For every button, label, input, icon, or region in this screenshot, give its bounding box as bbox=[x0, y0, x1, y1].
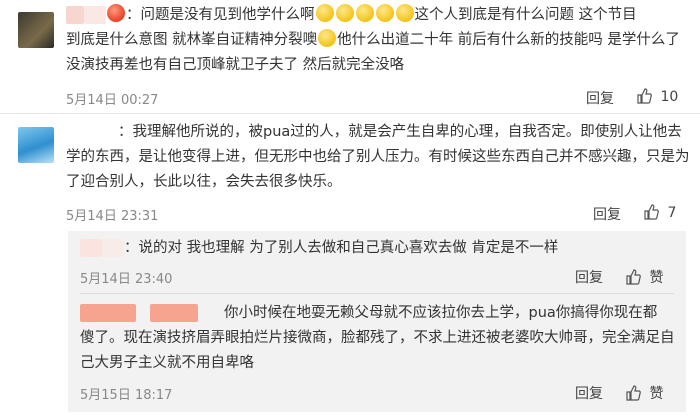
emoji-icon bbox=[355, 4, 374, 22]
thumbs-up-icon bbox=[644, 204, 659, 220]
timestamp: 5月14日 23:31 bbox=[66, 209, 159, 224]
like-label: 赞 bbox=[649, 386, 664, 402]
username-blur bbox=[150, 304, 198, 322]
like-count: 7 bbox=[667, 205, 677, 221]
like-button[interactable]: 7 bbox=[643, 204, 676, 221]
divider bbox=[0, 113, 700, 114]
username-blur bbox=[84, 6, 106, 24]
like-button[interactable]: 10 bbox=[636, 88, 678, 105]
username-blur bbox=[102, 239, 124, 257]
reply-button[interactable]: 回复 bbox=[575, 383, 603, 403]
emoji-icon bbox=[315, 4, 334, 22]
thumbs-up-icon bbox=[626, 269, 641, 285]
emoji-icon bbox=[375, 4, 394, 22]
like-button[interactable]: 赞 bbox=[625, 383, 663, 403]
emoji-icon bbox=[107, 4, 125, 22]
emoji-icon bbox=[335, 4, 354, 22]
comment-text: ：问题是没有见到他学什么啊 这个人到底是有什么问题 这个节目 到底是什么意图 就林… bbox=[66, 3, 686, 78]
reply-text: ：说的对 我也理解 为了别人去做和自己真心喜欢去做 肯定是不一样 bbox=[80, 236, 680, 261]
emoji-icon bbox=[395, 4, 414, 22]
thumbs-up-icon bbox=[637, 88, 652, 104]
comment-text: ：我理解他所说的，被pua过的人，就是会产生自卑的心理，自我否定。即使别人让他去… bbox=[66, 123, 690, 190]
thumbs-up-icon bbox=[626, 385, 641, 401]
reply-text: 你小时候在地耍无赖父母就不应该拉你去上学，pua你搞得你现在都 傻了。现在演技挤… bbox=[80, 304, 675, 371]
avatar[interactable] bbox=[18, 127, 54, 163]
like-button[interactable]: 赞 bbox=[625, 267, 663, 287]
timestamp: 5月14日 23:40 bbox=[80, 272, 173, 287]
username[interactable] bbox=[80, 304, 136, 322]
timestamp: 5月14日 00:27 bbox=[66, 93, 159, 108]
username[interactable] bbox=[66, 123, 118, 141]
username[interactable] bbox=[66, 6, 84, 24]
username[interactable] bbox=[80, 239, 102, 257]
like-count: 10 bbox=[660, 89, 679, 105]
reply-button[interactable]: 回复 bbox=[593, 204, 621, 224]
divider bbox=[80, 293, 674, 294]
reply-button[interactable]: 回复 bbox=[575, 267, 603, 287]
emoji-icon bbox=[318, 29, 337, 47]
timestamp: 5月15日 18:17 bbox=[80, 388, 173, 403]
like-label: 赞 bbox=[649, 270, 664, 286]
reply-button[interactable]: 回复 bbox=[586, 88, 614, 108]
avatar[interactable] bbox=[18, 12, 54, 48]
